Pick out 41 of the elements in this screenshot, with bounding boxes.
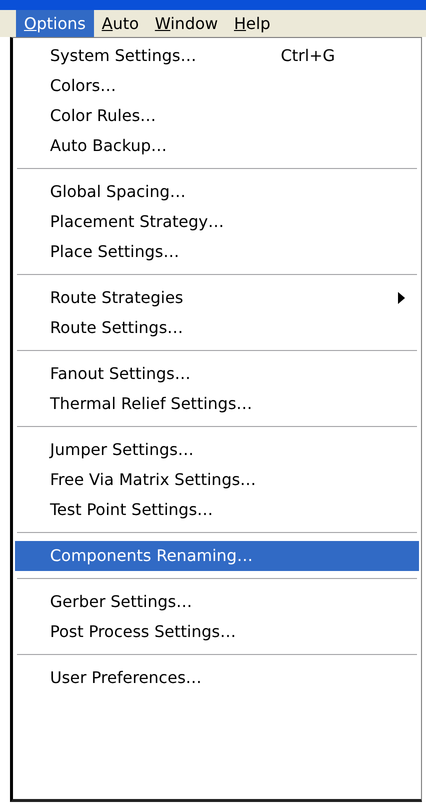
- menu-item[interactable]: User Preferences…: [15, 663, 419, 693]
- menu-item[interactable]: Test Point Settings…: [15, 495, 419, 525]
- menu-item-label: Fanout Settings…: [50, 363, 192, 385]
- menu-item-label: Colors…: [50, 75, 118, 97]
- menu-item-label: Thermal Relief Settings…: [50, 393, 254, 415]
- menu-item[interactable]: Color Rules…: [15, 101, 419, 131]
- menu-item[interactable]: Thermal Relief Settings…: [15, 389, 419, 419]
- menu-item-label: Test Point Settings…: [50, 499, 214, 521]
- menu-item[interactable]: Place Settings…: [15, 237, 419, 267]
- menu-item-label: Placement Strategy…: [50, 211, 226, 233]
- menu-item-label: Color Rules…: [50, 105, 158, 127]
- menu-item-label: Route Settings…: [50, 317, 184, 339]
- menu-bar-item[interactable]: Auto: [94, 10, 147, 37]
- menu-item[interactable]: Auto Backup…: [15, 131, 419, 161]
- menu-item[interactable]: System Settings… Ctrl+G: [15, 41, 419, 71]
- menu-item-label: Free Via Matrix Settings…: [50, 469, 258, 491]
- menu-item[interactable]: Components Renaming…: [15, 541, 419, 571]
- menu-item[interactable]: Fanout Settings…: [15, 359, 419, 389]
- menu-bar-item[interactable]: Options: [16, 10, 94, 37]
- menu-bar-item[interactable]: Window: [146, 10, 226, 37]
- menu-item-label: Gerber Settings…: [50, 591, 194, 613]
- menu-item[interactable]: Post Process Settings…: [15, 617, 419, 647]
- shortcut-label: Ctrl+G: [280, 45, 335, 67]
- menu-item-label: System Settings…: [50, 45, 198, 67]
- menu-item-label: Jumper Settings…: [50, 439, 195, 461]
- menu-item-label: User Preferences…: [50, 667, 203, 689]
- menu-item-label: Place Settings…: [50, 241, 180, 263]
- menu-item[interactable]: Route Strategies: [15, 283, 419, 313]
- menu-item-label: Global Spacing…: [50, 181, 187, 203]
- menu-item-label: Auto Backup…: [50, 135, 168, 157]
- menu-item[interactable]: Route Settings…: [15, 313, 419, 343]
- menu-item[interactable]: Free Via Matrix Settings…: [15, 465, 419, 495]
- menu-item-label: Route Strategies: [50, 287, 184, 309]
- menu-item[interactable]: Colors…: [15, 71, 419, 101]
- menu-item[interactable]: Gerber Settings…: [15, 587, 419, 617]
- menu-item[interactable]: Jumper Settings…: [15, 435, 419, 465]
- menu-item[interactable]: Global Spacing…: [15, 177, 419, 207]
- menu-item-label: Post Process Settings…: [50, 621, 237, 643]
- menu-item[interactable]: Placement Strategy…: [15, 207, 419, 237]
- menu-item-label: Components Renaming…: [50, 545, 254, 567]
- menu-bar-item[interactable]: Help: [226, 10, 278, 37]
